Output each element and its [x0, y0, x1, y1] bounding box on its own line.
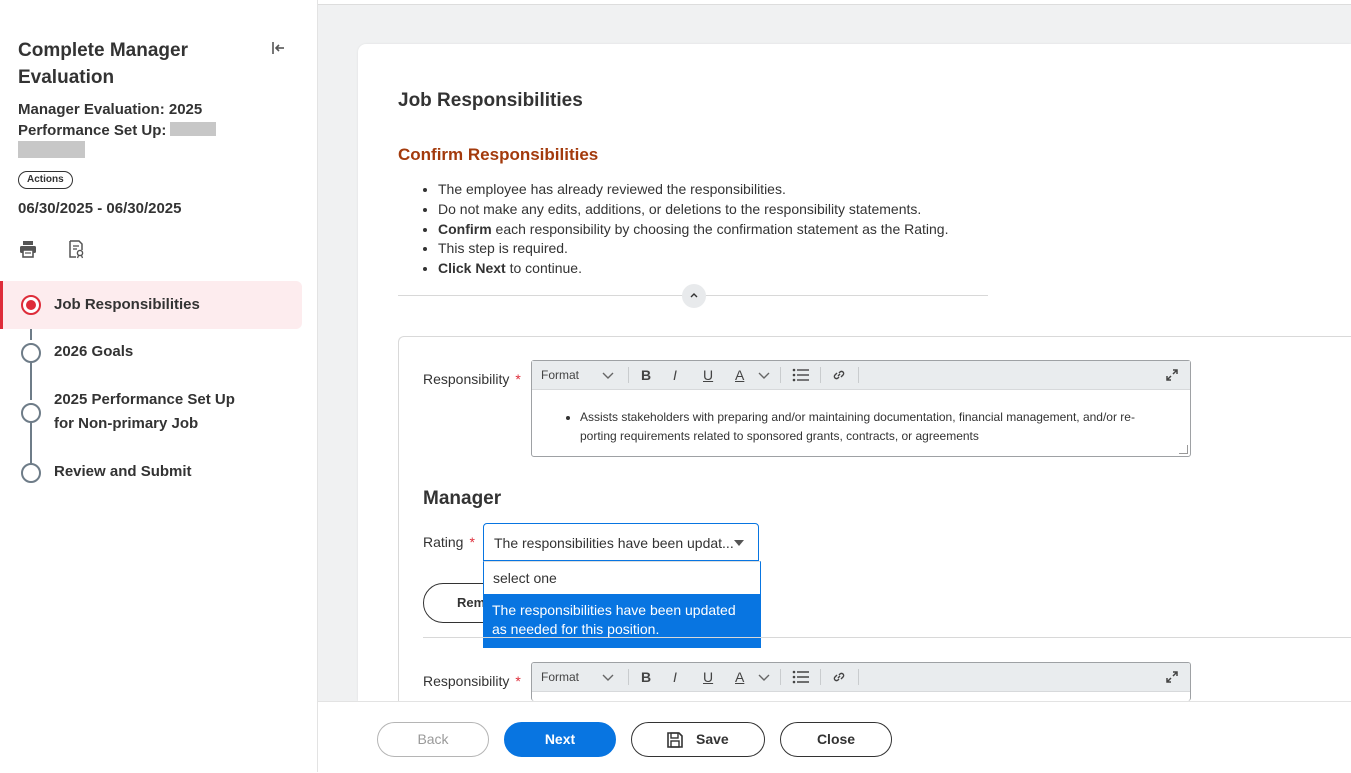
bullet-list-icon[interactable] — [792, 368, 810, 382]
evaluation-dates: 06/30/2025 - 06/30/2025 — [18, 200, 182, 217]
back-button[interactable]: Back — [377, 722, 489, 757]
rating-select[interactable]: The responsibilities have been updat... — [483, 523, 759, 561]
required-marker: * — [469, 534, 475, 550]
chevron-down-icon — [758, 372, 770, 379]
step-indicator — [21, 403, 41, 423]
divider — [423, 637, 1351, 638]
toolbar-separator — [820, 669, 821, 685]
step-active-indicator — [21, 295, 41, 315]
subtitle-line2: Performance Set Up: — [18, 122, 167, 139]
instruction-item: The employee has already reviewed the re… — [438, 180, 948, 200]
step-label: 2025 Performance Set Up for Non-primary … — [54, 388, 235, 436]
rating-dropdown-menu: select one The responsibilities have bee… — [483, 561, 761, 648]
text-color-button[interactable]: A — [735, 663, 744, 691]
bullet-list-icon[interactable] — [792, 670, 810, 684]
link-icon[interactable] — [832, 368, 846, 382]
redacted-block — [170, 122, 217, 136]
close-button[interactable]: Close — [780, 722, 892, 757]
confirm-title: Confirm Responsibilities — [398, 145, 599, 164]
format-dropdown[interactable]: Format — [541, 663, 579, 691]
instruction-item: Confirm each responsibility by choosing … — [438, 220, 948, 240]
step-label-line2: for Non-primary Job — [54, 415, 199, 432]
dropdown-option-updated[interactable]: The responsibilities have been updated a… — [483, 594, 761, 648]
manager-section-title: Manager — [423, 488, 502, 509]
rating-label: Rating * — [423, 534, 475, 550]
instruction-list: The employee has already reviewed the re… — [420, 180, 948, 279]
underline-button[interactable]: U — [703, 663, 713, 691]
toolbar-separator — [780, 669, 781, 685]
subtitle-line2-row: Performance Set Up: — [18, 120, 217, 141]
step-label: Job Responsibilities — [54, 296, 200, 313]
print-icon[interactable] — [18, 239, 38, 259]
chevron-up-icon — [690, 293, 698, 298]
step-label-line1: 2025 Performance Set Up — [54, 391, 235, 408]
chevron-down-icon — [602, 674, 614, 681]
expand-icon[interactable] — [1165, 368, 1179, 382]
step-performance-set-up[interactable]: 2025 Performance Set Up for Non-primary … — [0, 385, 302, 441]
collapse-instructions-button[interactable] — [682, 284, 706, 308]
required-marker: * — [515, 371, 521, 387]
toolbar-separator — [628, 367, 629, 383]
section-title: Job Responsibilities — [398, 90, 583, 111]
editor-toolbar: Format B I U A — [532, 663, 1190, 692]
toolbar-separator — [820, 367, 821, 383]
bold-button[interactable]: B — [641, 663, 651, 691]
rating-selected-value: The responsibilities have been updat... — [494, 535, 734, 551]
editor-toolbar: Format B I U A — [532, 361, 1190, 390]
editor-body[interactable]: Assists stakeholders with preparing and/… — [532, 390, 1190, 456]
save-icon — [667, 732, 683, 748]
instruction-item: Do not make any edits, additions, or del… — [438, 200, 948, 220]
link-icon[interactable] — [832, 670, 846, 684]
responsibility-editor[interactable]: Format B I U A — [531, 662, 1191, 701]
expand-icon[interactable] — [1165, 670, 1179, 684]
instruction-item: This step is required. — [438, 239, 948, 259]
toolbar-separator — [858, 367, 859, 383]
responsibility-editor[interactable]: Format B I U A Assists stakeholders with… — [531, 360, 1191, 457]
footer-action-bar: Back Next Save Close — [318, 701, 1351, 773]
document-view-icon[interactable] — [66, 239, 86, 259]
chevron-down-icon — [602, 372, 614, 379]
evaluation-subtitle: Manager Evaluation: 2025 Performance Set… — [18, 99, 217, 141]
responsibility-text: Assists stakeholders with preparing and/… — [580, 408, 1160, 446]
caret-down-icon — [734, 540, 744, 546]
italic-button[interactable]: I — [673, 361, 677, 389]
italic-button[interactable]: I — [673, 663, 677, 691]
toolbar-separator — [780, 367, 781, 383]
dropdown-option-select-one[interactable]: select one — [493, 570, 557, 586]
save-label: Save — [696, 731, 729, 747]
step-label: 2026 Goals — [54, 343, 134, 360]
instruction-item: Click Next to continue. — [438, 259, 948, 279]
required-marker: * — [515, 673, 521, 689]
actions-button[interactable]: Actions — [18, 171, 73, 189]
step-label: Review and Submit — [54, 463, 192, 480]
sidebar: Complete Manager Evaluation Manager Eval… — [0, 0, 318, 772]
underline-button[interactable]: U — [703, 361, 713, 389]
next-button[interactable]: Next — [504, 722, 616, 757]
save-button[interactable]: Save — [631, 722, 765, 757]
collapse-sidebar-icon[interactable] — [269, 39, 287, 57]
text-color-button[interactable]: A — [735, 361, 744, 389]
toolbar-separator — [628, 669, 629, 685]
step-job-responsibilities[interactable]: Job Responsibilities — [0, 281, 302, 329]
toolbar-separator — [858, 669, 859, 685]
page-title: Complete Manager Evaluation — [18, 40, 188, 88]
subtitle-line1: Manager Evaluation: 2025 — [18, 101, 203, 118]
step-review-and-submit[interactable]: Review and Submit — [0, 449, 302, 497]
chevron-down-icon — [758, 674, 770, 681]
responsibility-label: Responsibility * — [423, 673, 521, 689]
responsibility-label: Responsibility * — [423, 371, 521, 387]
step-indicator — [21, 343, 41, 363]
step-2026-goals[interactable]: 2026 Goals — [0, 329, 302, 377]
redacted-block — [18, 141, 85, 158]
format-dropdown[interactable]: Format — [541, 361, 579, 389]
resize-handle[interactable] — [1179, 445, 1188, 454]
bold-button[interactable]: B — [641, 361, 651, 389]
editor-content-list: Assists stakeholders with preparing and/… — [562, 408, 1160, 446]
step-indicator — [21, 463, 41, 483]
